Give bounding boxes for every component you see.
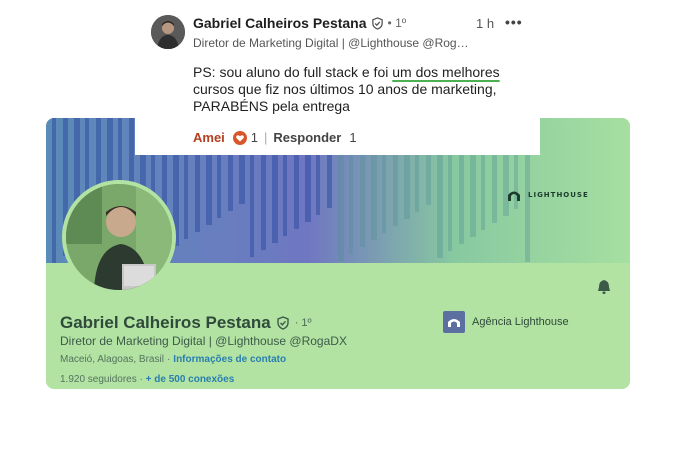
profile-name: Gabriel Calheiros Pestana <box>60 313 271 332</box>
lighthouse-logo-icon <box>508 191 520 201</box>
banner-stripe <box>52 118 56 263</box>
company-logo-icon <box>443 311 465 333</box>
comment-header: Gabriel Calheiros Pestana • 1º <box>193 15 406 31</box>
more-icon[interactable]: ••• <box>505 14 523 30</box>
banner-brand: LIGHTHOUSE <box>506 188 589 202</box>
heart-reaction-icon[interactable] <box>232 130 247 145</box>
company-link[interactable]: Agência Lighthouse <box>443 311 569 333</box>
profile-avatar[interactable] <box>62 180 176 294</box>
comment-time: 1 h <box>476 16 495 31</box>
profile-card: LIGHTHOUSE Gabriel Calheiros Pestana · 1… <box>46 118 630 389</box>
profile-location-row: Maceió, Alagoas, Brasil · Informações de c… <box>60 354 286 365</box>
love-reaction-button[interactable]: Amei <box>193 130 225 145</box>
comment-card: Gabriel Calheiros Pestana • 1º 1 h ••• D… <box>135 0 540 155</box>
company-name: Agência Lighthouse <box>472 316 569 328</box>
profile-location: Maceió, Alagoas, Brasil <box>60 354 164 365</box>
contact-info-link[interactable]: Informações de contato <box>173 354 286 365</box>
comment-avatar[interactable] <box>151 15 185 49</box>
profile-headline: Diretor de Marketing Digital | @Lighthou… <box>60 334 347 348</box>
comment-author[interactable]: Gabriel Calheiros Pestana <box>193 15 367 31</box>
comment-text-start: PS: sou aluno do full stack e foi <box>193 64 393 80</box>
banner-brand-text: LIGHTHOUSE <box>528 191 589 199</box>
comment-author-headline: Diretor de Marketing Digital | @Lighthou… <box>193 36 469 50</box>
comment-text-end: cursos que fiz nos últimos 10 anos de ma… <box>193 81 497 114</box>
avatar-photo <box>66 184 172 290</box>
stats-separator: · <box>136 374 146 385</box>
location-separator: · <box>166 354 171 365</box>
comment-text: PS: sou aluno do full stack e foi um dos… <box>193 64 533 115</box>
comment-text-highlight: um dos melhores <box>392 64 500 80</box>
comment-actions: Amei 1 | Responder 1 <box>193 130 357 145</box>
reply-count: 1 <box>349 130 357 145</box>
actions-separator: | <box>264 130 268 145</box>
reply-button[interactable]: Responder <box>273 130 341 145</box>
followers-count: 1.920 seguidores <box>60 374 137 385</box>
bell-icon[interactable] <box>596 279 612 295</box>
reaction-count: 1 <box>250 130 259 145</box>
verified-icon <box>371 16 383 30</box>
comment-degree: • 1º <box>387 16 407 30</box>
profile-name-row: Gabriel Calheiros Pestana · 1º <box>60 313 312 333</box>
profile-stats: 1.920 seguidores · + de 500 conexões <box>60 374 234 385</box>
profile-degree: · 1º <box>294 317 312 329</box>
comment-avatar-photo <box>151 15 185 49</box>
verified-icon <box>277 316 289 330</box>
connections-link[interactable]: + de 500 conexões <box>146 374 235 385</box>
